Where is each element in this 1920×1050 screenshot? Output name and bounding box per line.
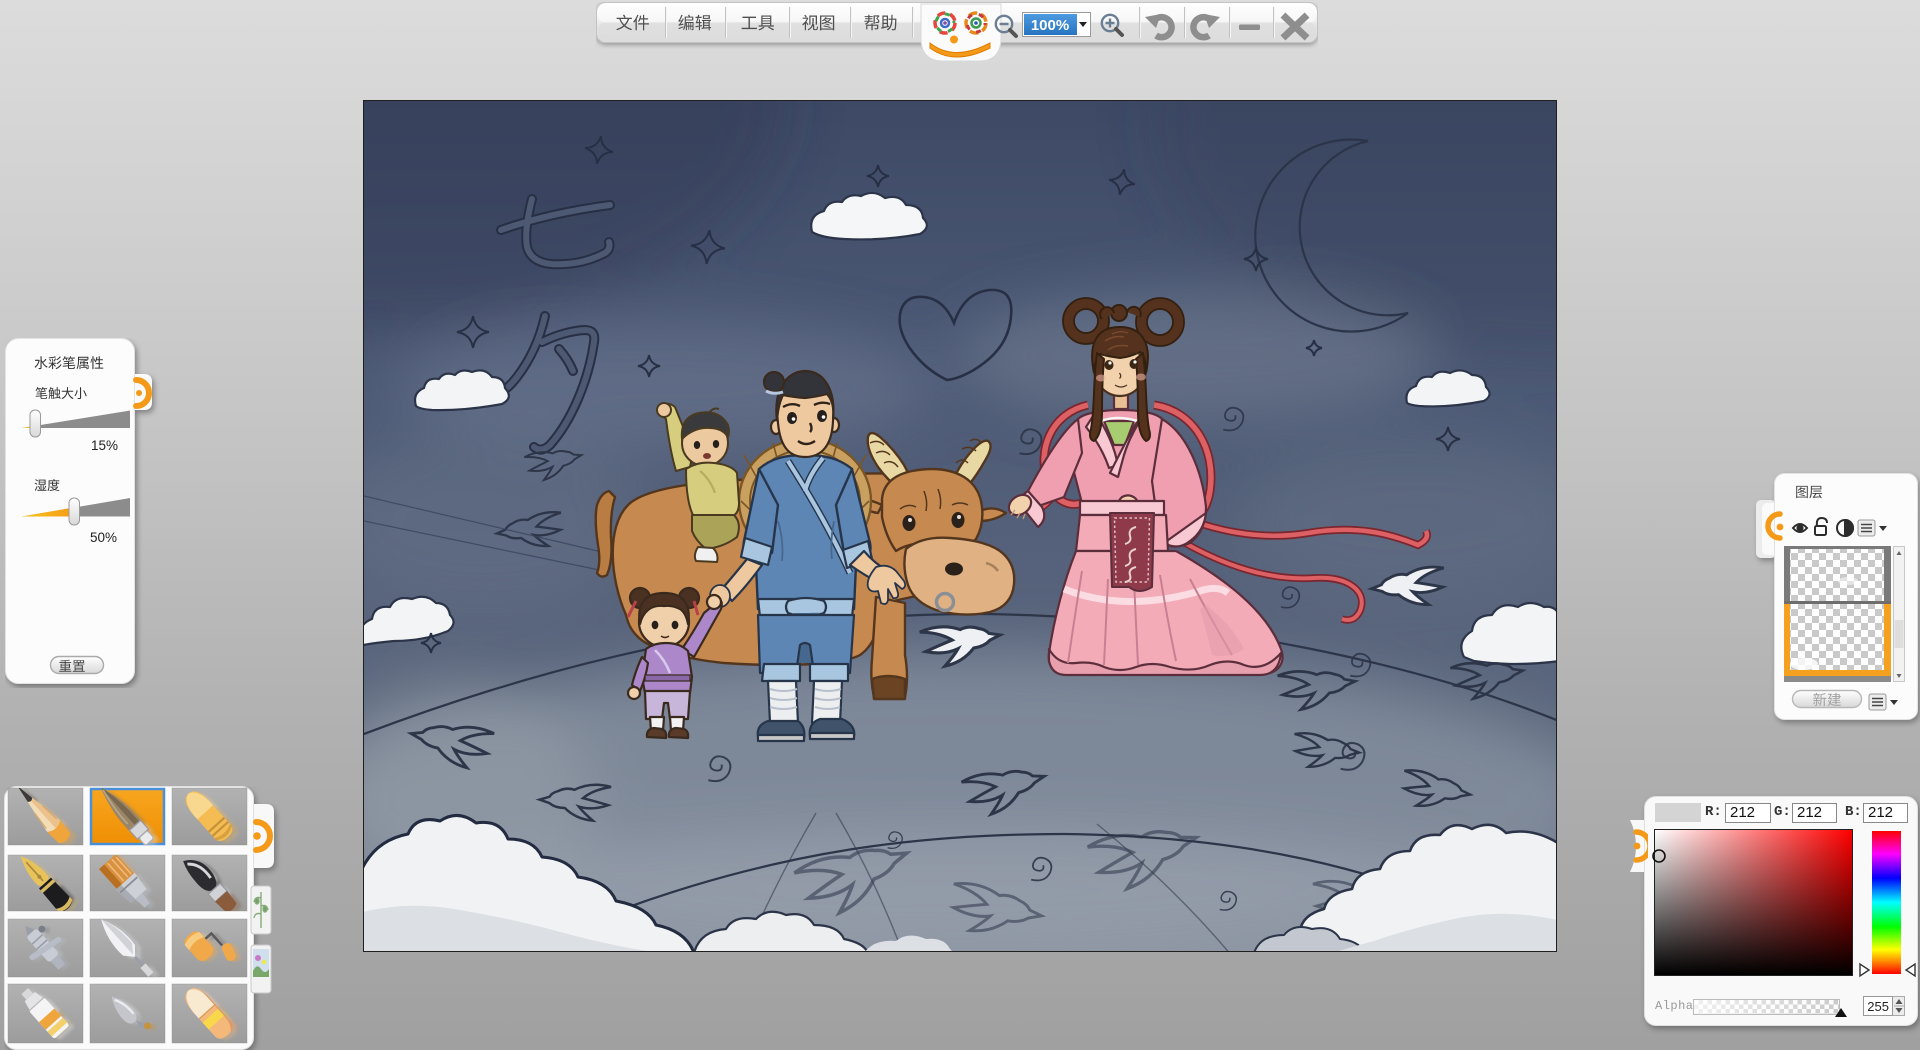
svg-text:100%: 100% [1031, 17, 1069, 34]
svg-text:15%: 15% [91, 438, 118, 453]
svg-text:50%: 50% [90, 530, 117, 545]
